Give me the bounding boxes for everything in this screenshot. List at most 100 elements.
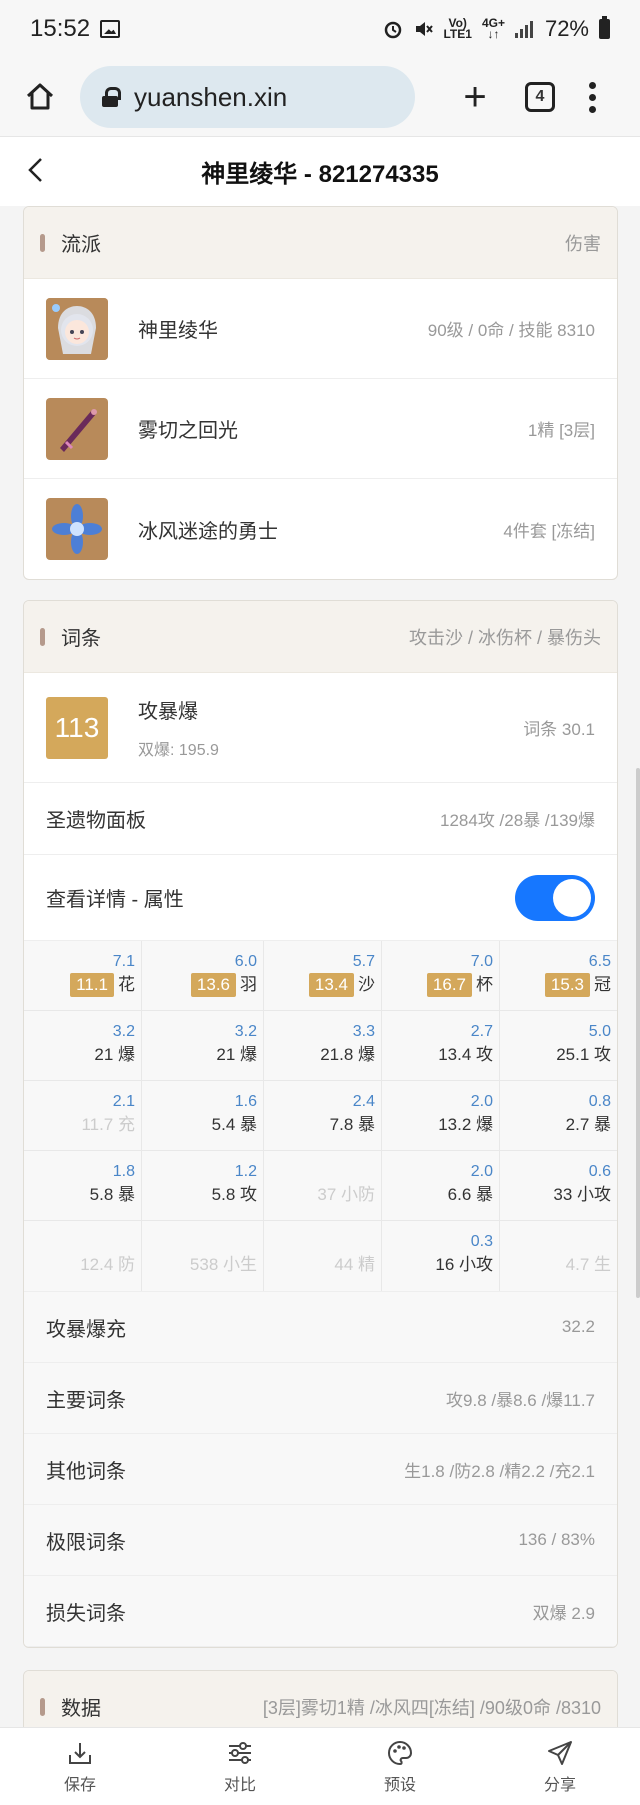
stat-main: 44 精: [264, 1253, 375, 1277]
stat-main: 21 爆: [24, 1043, 135, 1067]
detail-toggle-row: 查看详情 - 属性: [24, 855, 617, 941]
stat-cell: 538 小生: [142, 1221, 264, 1291]
score-sub: 双爆: 195.9: [138, 742, 219, 759]
stat-text: 2.7 暴: [565, 1115, 611, 1134]
stat-text: 21.8 爆: [320, 1045, 375, 1064]
weapon-info: 1精 [3层]: [527, 421, 595, 440]
stat-roll-value: 1.8: [112, 1163, 135, 1180]
stat-badge: 16.7: [426, 973, 472, 997]
nav-save[interactable]: 保存: [0, 1728, 160, 1805]
stat-cell: 0.3 16 小攻: [382, 1221, 500, 1291]
stat-main: 13.2 爆: [382, 1113, 493, 1137]
stat-cell: 0.8 2.7 暴: [500, 1081, 617, 1151]
summary-value: 136 / 83%: [518, 1530, 595, 1549]
stat-cell: 2.0 6.6 暴: [382, 1151, 500, 1221]
stat-cell: 37 小防: [264, 1151, 382, 1221]
panel-row: 圣遗物面板 1284攻 /28暴 /139爆: [24, 783, 617, 855]
nav-preset[interactable]: 预设: [320, 1728, 480, 1805]
stat-main: 6.6 暴: [382, 1183, 493, 1207]
stat-cell: 4.7 生: [500, 1221, 617, 1291]
artifact-stat-grid: 7.1 11.1 花 6.0 13.6 羽 5.7 13.4 沙 7.0 16.7 杯 6.5 15.3 冠…: [24, 941, 617, 1292]
stat-cell: 3.2 21 爆: [142, 1011, 264, 1081]
detail-toggle[interactable]: [515, 874, 595, 921]
stat-main: 5.8 暴: [24, 1183, 135, 1207]
stat-main: 16 小攻: [382, 1253, 493, 1277]
weapon-name: 雾切之回光: [138, 420, 238, 442]
nav-share-label: 分享: [543, 1776, 576, 1794]
lock-icon: [102, 87, 121, 107]
stat-roll-value: 2.0: [470, 1163, 493, 1180]
nav-share[interactable]: 分享: [480, 1728, 640, 1805]
nav-compare[interactable]: 对比: [160, 1728, 320, 1805]
stat-text: 杯: [476, 975, 493, 994]
stat-text: 538 小生: [189, 1255, 257, 1274]
stat-text: 4.7 生: [565, 1255, 611, 1274]
stat-cell: 2.4 7.8 暴: [264, 1081, 382, 1151]
stat-text: 羽: [240, 975, 257, 994]
new-tab-button[interactable]: +: [455, 77, 495, 117]
stat-main: 21 爆: [142, 1043, 257, 1067]
summary-label: 其他词条: [46, 1460, 126, 1483]
stat-cell: 1.6 5.4 暴: [142, 1081, 264, 1151]
stat-cell: 7.1 11.1 花: [24, 941, 142, 1011]
page-scrollbar[interactable]: [636, 768, 640, 1298]
tab-switcher-button[interactable]: 4: [525, 82, 555, 112]
stat-main: 12.4 防: [24, 1253, 135, 1277]
stat-badge: 13.4: [308, 973, 354, 997]
stat-main: 13.4 沙: [264, 973, 375, 997]
stat-roll-value: 0.3: [470, 1233, 493, 1250]
stat-text: 33 小攻: [553, 1185, 611, 1204]
stat-cell: 44 精: [264, 1221, 382, 1291]
stat-text: 16 小攻: [435, 1255, 493, 1274]
stat-main: 5.4 暴: [142, 1113, 257, 1137]
share-icon: [548, 1740, 572, 1765]
character-name: 神里绫华: [138, 320, 218, 342]
stat-main: 7.8 暴: [264, 1113, 375, 1137]
stat-text: 44 精: [334, 1255, 375, 1274]
back-arrow-icon[interactable]: [22, 155, 52, 185]
detail-label: 查看详情 - 属性: [46, 889, 184, 911]
artifact-set-info: 4件套 [冻结]: [503, 521, 595, 541]
stat-roll-value: 5.7: [352, 953, 375, 970]
summary-value: 生1.8 /防2.8 /精2.2 /充2.1: [404, 1461, 595, 1481]
stat-text: 25.1 攻: [556, 1045, 611, 1064]
weapon-icon: [46, 397, 108, 460]
stat-cell: 3.3 21.8 爆: [264, 1011, 382, 1081]
summary-row: 攻暴爆充 32.2: [24, 1292, 617, 1363]
stat-roll-value: 3.3: [352, 1023, 375, 1040]
network-indicator: 4G+ ↓↑: [481, 16, 505, 41]
stat-main: 11.1 花: [24, 973, 135, 997]
page-header: 神里绫华 - 821274335: [0, 136, 640, 206]
stat-roll-value: 1.6: [234, 1093, 257, 1110]
stat-main: 11.7 充: [24, 1113, 135, 1137]
stat-roll-value: 0.8: [588, 1093, 611, 1110]
data-card-extra: [3层]雾切1精 /冰风四[冻结] /90级0命 /8310: [262, 1697, 601, 1718]
stat-roll-value: [264, 1231, 375, 1253]
summary-row: 主要词条 攻9.8 /暴8.6 /爆11.7: [24, 1363, 617, 1434]
summary-row: 损失词条 双爆 2.9: [24, 1576, 617, 1647]
panel-label: 圣遗物面板: [46, 810, 146, 832]
stat-text: 冠: [594, 975, 611, 994]
url-bar[interactable]: yuanshen.xin: [80, 66, 415, 128]
browser-menu-button[interactable]: [589, 81, 597, 113]
nav-preset-label: 预设: [383, 1776, 416, 1794]
stat-cell: 2.1 11.7 充: [24, 1081, 142, 1151]
artifact-flower-icon: [46, 498, 108, 560]
stat-roll-value: 6.0: [234, 953, 257, 970]
bottom-nav: 保存 对比 预设 分享: [0, 1727, 640, 1805]
section-marker: [40, 627, 45, 646]
build-card-title: 流派: [61, 234, 101, 256]
stat-text: 13.4 攻: [438, 1045, 493, 1064]
stats-card: 词条 攻击沙 / 冰伤杯 / 暴伤头 113 攻暴爆 双爆: 195.9 词条 …: [23, 600, 618, 1648]
summary-label: 主要词条: [46, 1389, 126, 1412]
stat-roll-value: 3.2: [234, 1023, 257, 1040]
artifact-set-row[interactable]: 冰风迷途的勇士 4件套 [冻结]: [24, 479, 617, 579]
summary-value: 双爆 2.9: [532, 1603, 595, 1623]
home-button[interactable]: [20, 77, 60, 117]
stat-main: 37 小防: [264, 1183, 375, 1207]
character-row[interactable]: 神里绫华 90级 / 0命 / 技能 8310: [24, 279, 617, 379]
weapon-row[interactable]: 雾切之回光 1精 [3层]: [24, 379, 617, 479]
image-notification-icon: [100, 20, 121, 38]
stat-roll-value: 7.0: [470, 953, 493, 970]
stat-roll-value: [142, 1231, 257, 1253]
